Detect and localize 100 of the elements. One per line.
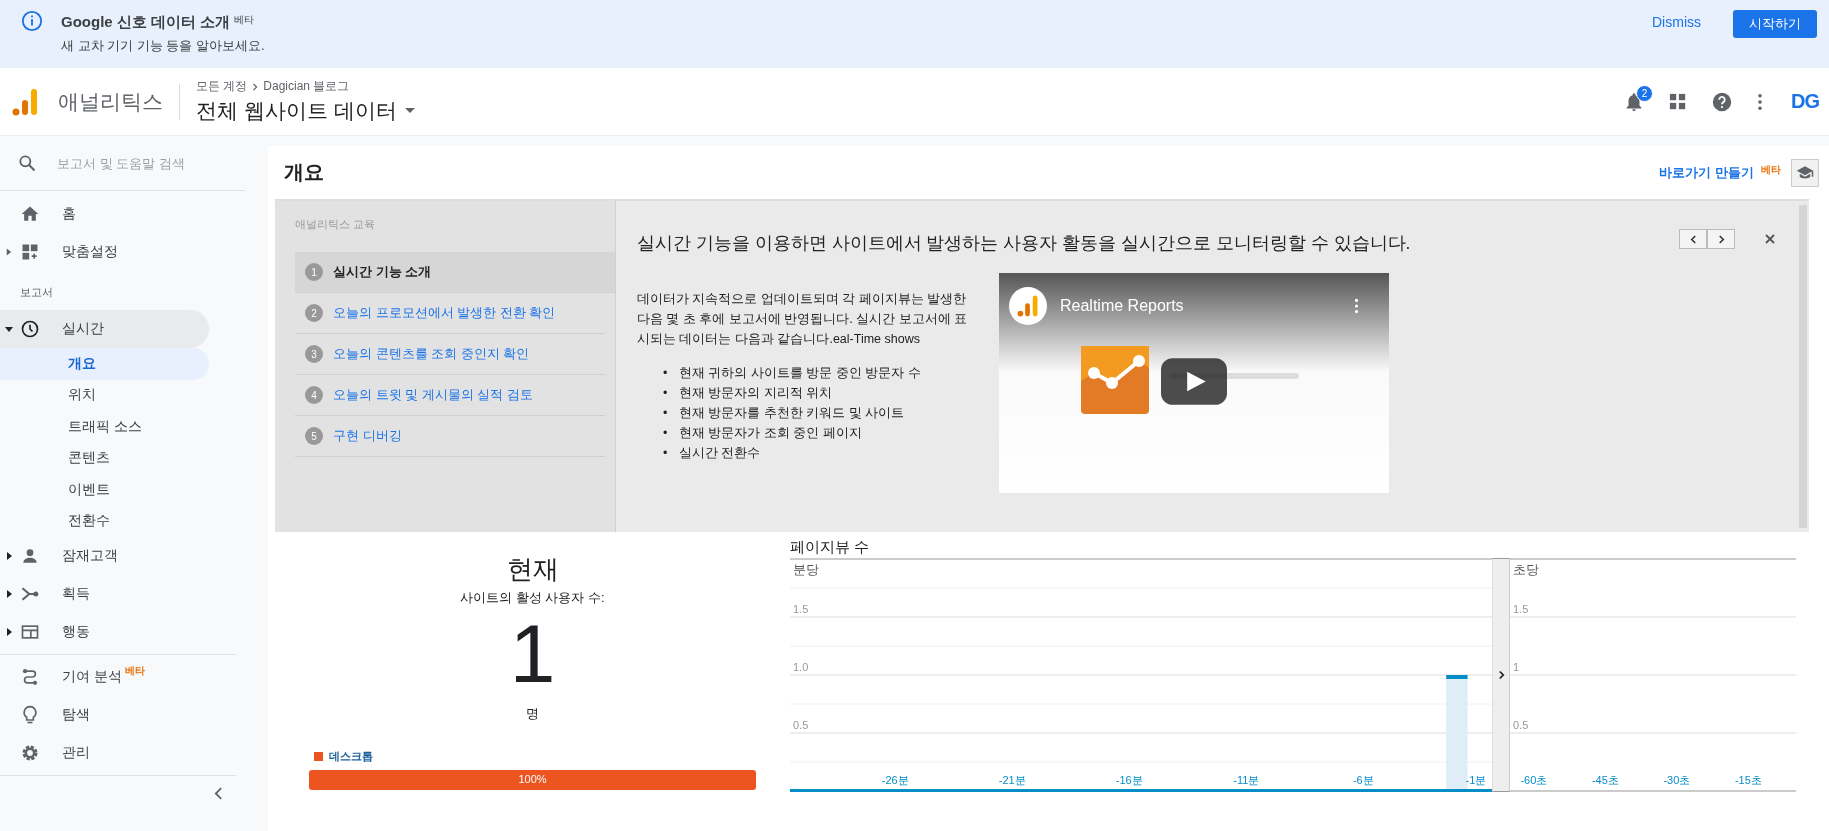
tutorial-heading: 실시간 기능을 이용하면 사이트에서 발생하는 사용자 활동을 실시간으로 모니터링할 수 있습니다.	[637, 232, 1412, 255]
y-tick-label: 1.5	[793, 603, 809, 615]
nav-item[interactable]: 홈	[0, 195, 209, 233]
close-icon[interactable]	[1765, 234, 1775, 244]
video-title: Realtime Reports	[1060, 297, 1184, 315]
home-icon	[20, 204, 40, 224]
bullet-item: 현재 귀하의 사이트를 방문 중인 방문자 수	[679, 365, 921, 382]
step-number: 2	[305, 304, 323, 322]
chevron-left-icon	[1689, 234, 1697, 244]
x-tick-label: -26분	[881, 774, 909, 786]
page-title: 개요	[284, 160, 324, 185]
bullet-item: 현재 방문자를 추천한 키워드 및 사이트	[679, 405, 905, 422]
chart-title: 페이지뷰 수	[790, 538, 871, 557]
chart-label: 분당	[793, 561, 819, 579]
x-tick-label: -15초	[1734, 774, 1762, 786]
tutorial-step[interactable]: 3 오늘의 콘텐츠를 조회 중인지 확인	[295, 334, 605, 375]
chevron-right-icon	[1717, 234, 1725, 244]
count-unit: 명	[526, 705, 539, 723]
step-number: 5	[305, 427, 323, 445]
y-tick-label: 1.0	[793, 661, 809, 673]
tutorial-step[interactable]: 5 구현 디버깅	[295, 416, 605, 457]
info-icon	[21, 10, 43, 32]
notification-count: 2	[1636, 84, 1653, 102]
start-button[interactable]: 시작하기	[1733, 10, 1817, 38]
next-button[interactable]	[1707, 229, 1735, 249]
x-tick-label: -30초	[1663, 774, 1691, 786]
x-tick-label: -45초	[1591, 774, 1619, 786]
nav-item[interactable]: 맞춤설정	[0, 233, 209, 271]
expand-chevron-icon[interactable]	[1497, 670, 1505, 680]
play-button-icon[interactable]	[1161, 358, 1227, 405]
x-tick-label: -6분	[1352, 774, 1374, 786]
nav-item[interactable]: 탐색	[62, 706, 90, 724]
previous-button[interactable]	[1679, 229, 1707, 249]
product-name: 애널리틱스	[58, 88, 163, 115]
nav-item[interactable]: 획득	[0, 575, 209, 613]
dropdown-caret-icon	[404, 108, 415, 114]
route-icon	[20, 667, 40, 687]
bullet-marker: •	[663, 385, 669, 402]
bullet-marker: •	[663, 365, 669, 382]
x-tick-label: -11분	[1233, 774, 1260, 786]
nav-item[interactable]: 실시간	[0, 310, 209, 348]
tutorial-label: 애널리틱스 교육	[295, 217, 377, 232]
tutorial-step[interactable]: 4 오늘의 트윗 및 게시물의 실적 검토	[295, 375, 605, 416]
window-icon	[20, 622, 40, 642]
x-tick-label: -1분	[1465, 774, 1487, 786]
step-number: 4	[305, 386, 323, 404]
channel-logo-icon	[1009, 287, 1047, 325]
y-tick-label: 1	[1513, 661, 1520, 673]
step-number: 1	[305, 263, 323, 281]
tutorial-step[interactable]: 2 오늘의 프로모션에서 발생한 전환 확인	[295, 293, 605, 334]
view-selector[interactable]: 전체 웹사이트 데이터	[196, 97, 415, 125]
banner-title: Google 신호 데이터 소개	[61, 13, 231, 30]
nav-subitem[interactable]: 전환수	[0, 505, 209, 537]
current-subtitle: 사이트의 활성 사용자 수:	[460, 589, 605, 607]
bullet-marker: •	[663, 445, 669, 462]
create-shortcut-link[interactable]: 바로가기 만들기	[1658, 165, 1754, 180]
y-tick-label: 0.5	[1513, 719, 1529, 731]
more-icon[interactable]	[1757, 92, 1763, 111]
search-field[interactable]: 보고서 및 도움말 검색	[55, 154, 229, 172]
nav-item[interactable]: 잠재고객	[0, 537, 209, 575]
lightbulb-icon	[20, 705, 40, 725]
x-tick-label: -21분	[998, 774, 1026, 786]
person-icon	[20, 546, 40, 566]
education-button[interactable]	[1791, 158, 1819, 187]
nav-item[interactable]: 기여 분석	[62, 668, 122, 686]
apps-grid-icon[interactable]	[1669, 92, 1687, 111]
tutorial-body: 데이터가 지속적으로 업데이트되며 각 페이지뷰는 발생한 다음 몇 초 후에 보고서에 반영됩니다. 실시간 보고서에 표시되는 데이터는 다음과 같습니다.eal-Time shows	[637, 291, 969, 348]
device-label: 데스크톱	[329, 749, 373, 764]
collapse-chevron-icon[interactable]	[214, 787, 223, 800]
x-tick-label: -60초	[1520, 774, 1548, 786]
help-icon[interactable]	[1711, 90, 1733, 113]
beta-label: 베타	[234, 14, 255, 25]
nav-subitem[interactable]: 위치	[0, 379, 209, 411]
search-icon	[17, 153, 37, 173]
bar-cap	[1446, 675, 1468, 679]
beta-label: 베타	[124, 664, 145, 678]
more-icon[interactable]	[1354, 298, 1359, 314]
breadcrumb-item[interactable]: Dagician 블로그	[263, 78, 350, 95]
clock-icon	[20, 319, 40, 339]
x-tick-label: -16분	[1115, 774, 1143, 786]
bullet-item: 실시간 전환수	[679, 445, 761, 462]
chevron-right-icon	[251, 81, 260, 92]
bullet-item: 현재 방문자가 조회 중인 페이지	[679, 425, 862, 442]
dismiss-link[interactable]: Dismiss	[1652, 14, 1701, 30]
nav-subitem[interactable]: 콘텐츠	[0, 442, 209, 474]
analytics-logo-icon	[12, 86, 38, 117]
chart-label: 초당	[1513, 561, 1539, 579]
bullet-item: 현재 방문자의 지리적 위치	[679, 385, 833, 402]
nav-subitem[interactable]: 개요	[0, 348, 209, 380]
section-title: 보고서	[19, 285, 54, 300]
account-avatar[interactable]: DG	[1791, 90, 1819, 113]
nav-item[interactable]: 행동	[0, 613, 209, 651]
nav-subitem[interactable]: 이벤트	[0, 474, 209, 506]
breadcrumb-item[interactable]: 모든 계정	[196, 78, 248, 95]
y-tick-label: 1.5	[1513, 603, 1529, 615]
nav-subitem[interactable]: 트래픽 소스	[0, 411, 209, 443]
tutorial-step[interactable]: 1 실시간 기능 소개	[295, 252, 615, 293]
share-reading: 100%	[517, 773, 548, 785]
nav-item[interactable]: 관리	[62, 744, 90, 762]
current-heading: 현재	[506, 553, 559, 586]
